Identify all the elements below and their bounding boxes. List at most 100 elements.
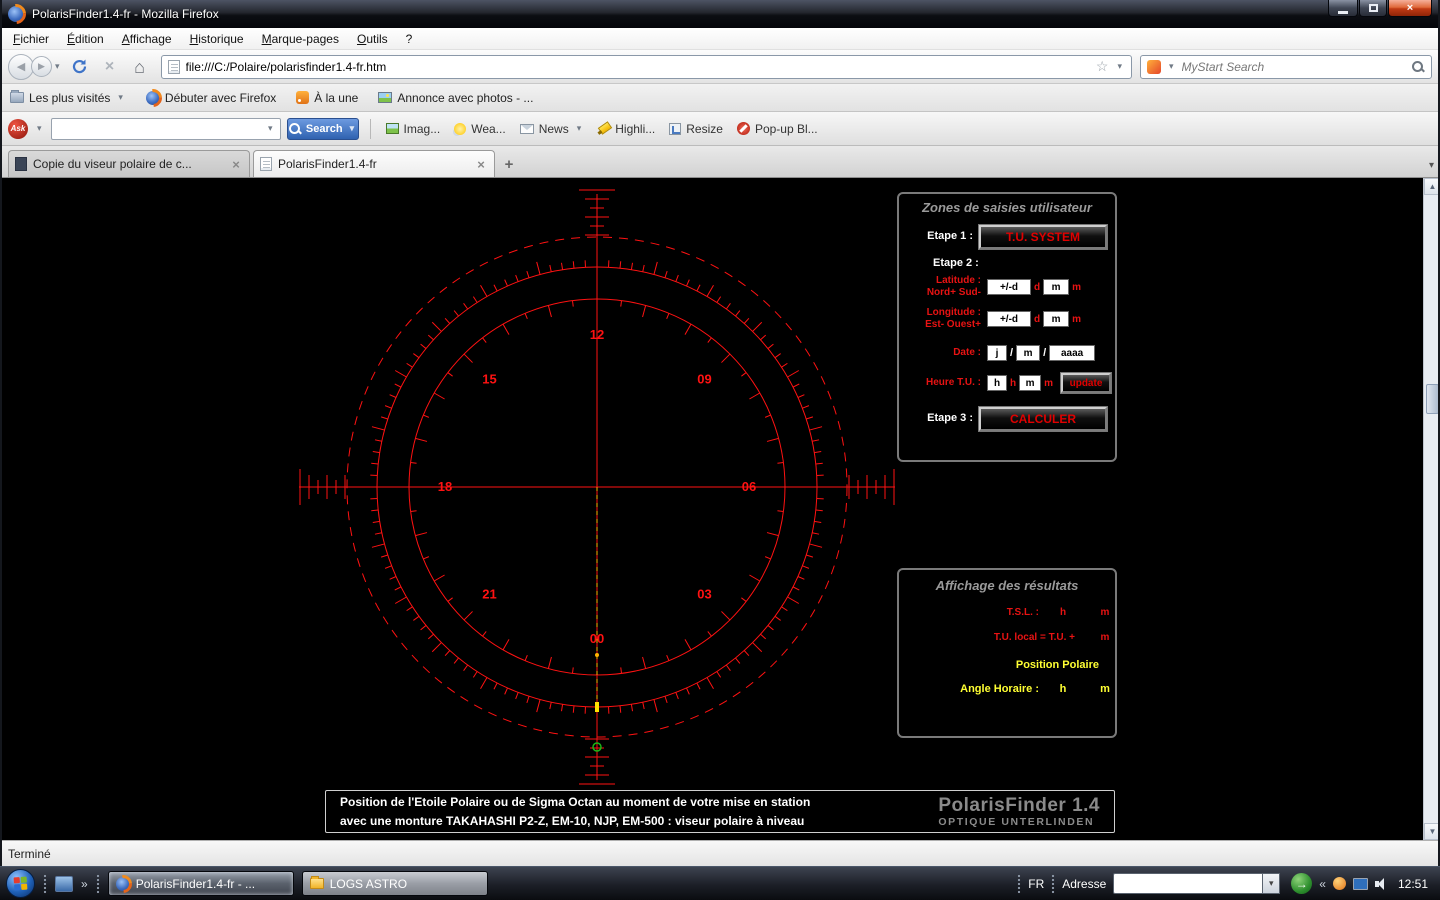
latitude-degrees-input[interactable] [987, 279, 1031, 295]
folder-icon [309, 876, 324, 889]
time-minute-input[interactable] [1019, 375, 1042, 391]
quick-launch-icon[interactable] [55, 875, 73, 892]
date-day-input[interactable] [987, 345, 1007, 361]
start-button[interactable] [6, 869, 35, 898]
tray-app-icon[interactable] [1332, 877, 1346, 890]
search-box[interactable]: ▾ [1140, 54, 1432, 79]
toolbar-grip[interactable] [43, 873, 47, 894]
maximize-button[interactable] [1359, 0, 1387, 17]
navigation-toolbar: ◀ ▶ ▾ × ⌂ file:///C:/Polaire/polarisfind… [0, 50, 1440, 84]
toolbar-grip[interactable] [1051, 873, 1056, 894]
bookmark-a-la-une[interactable]: À la une [296, 91, 358, 105]
reload-button[interactable] [67, 54, 93, 80]
collapse-tray-icon[interactable]: « [1319, 877, 1326, 891]
reload-icon [72, 59, 87, 74]
menu-affichage[interactable]: Affichage [113, 30, 181, 48]
bookmark-les-plus-visites[interactable]: Les plus visités ▾ [10, 90, 126, 105]
input-panel-title: Zones de saisies utilisateur [922, 200, 1092, 215]
ask-input-dropdown[interactable]: ▾ [268, 123, 273, 134]
latitude-deg-unit: d [1034, 281, 1041, 293]
minimize-button[interactable] [1328, 0, 1358, 17]
tsl-minutes-unit: m [1100, 607, 1110, 618]
forward-button[interactable]: ▶ [31, 56, 52, 77]
address-bar[interactable]: file:///C:/Polaire/polarisfinder1.4-fr.h… [160, 54, 1132, 79]
popup-blocker-icon [736, 122, 750, 135]
tab-label: PolarisFinder1.4-fr [278, 157, 377, 171]
url-text[interactable]: file:///C:/Polaire/polarisfinder1.4-fr.h… [186, 60, 1090, 74]
menu-outils[interactable]: Outils [348, 30, 397, 48]
volume-icon[interactable] [1374, 877, 1389, 890]
ask-logo-icon[interactable]: Ask [8, 118, 28, 139]
bookmark-star-icon[interactable]: ☆ [1096, 58, 1109, 75]
longitude-minutes-input[interactable] [1043, 311, 1070, 327]
tab-copie-viseur[interactable]: Copie du viseur polaire de c... × [8, 150, 250, 177]
bookmark-debuter-firefox[interactable]: Débuter avec Firefox [145, 90, 276, 105]
weather-icon [454, 122, 467, 135]
back-forward-group: ◀ ▶ ▾ [8, 53, 63, 80]
toolbar-grip[interactable] [95, 873, 100, 894]
date-year-input[interactable] [1049, 345, 1096, 361]
screen: PolarisFinder1.4-fr - Mozilla Firefox × … [0, 0, 1440, 900]
list-all-tabs-icon[interactable]: ▾ [1429, 160, 1434, 171]
tab-close-icon[interactable]: × [229, 157, 243, 172]
home-button[interactable]: ⌂ [127, 54, 153, 80]
highlighter-icon [598, 123, 610, 135]
toolbar-separator [369, 118, 371, 139]
calculate-button[interactable]: CALCULER [979, 407, 1107, 431]
longitude-degrees-input[interactable] [987, 311, 1031, 327]
ask-weather-button[interactable]: Wea... [450, 122, 509, 136]
ask-resize-label: Resize [686, 121, 723, 136]
task-button-logs-astro[interactable]: LOGS ASTRO [301, 871, 488, 896]
tab-close-icon[interactable]: × [474, 157, 488, 172]
tab-polarisfinder[interactable]: PolarisFinder1.4-fr × [253, 150, 495, 177]
menu-historique[interactable]: Historique [181, 30, 253, 48]
search-input[interactable] [1181, 59, 1406, 74]
address-band-input[interactable] [1113, 873, 1264, 894]
ask-logo-dropdown[interactable]: ▾ [37, 123, 42, 134]
toolbar-grip[interactable] [1017, 873, 1022, 894]
ask-search-input[interactable]: ▾ [50, 117, 281, 140]
menu-fichier[interactable]: Fichier [4, 30, 58, 48]
search-engine-dropdown[interactable]: ▾ [1169, 61, 1174, 72]
task-button-polarisfinder[interactable]: PolarisFinder1.4-fr - ... [107, 871, 294, 896]
autocomplete-dropdown[interactable]: ▾ [1117, 61, 1122, 72]
chevron-down-icon: ▾ [118, 92, 123, 102]
menu-edition[interactable]: Édition [58, 30, 113, 48]
ask-resize-button[interactable]: Resize [665, 122, 727, 136]
bookmark-label: Les plus visités [29, 90, 111, 105]
stop-button[interactable]: × [97, 54, 123, 80]
window-frame-left [0, 0, 2, 866]
display-settings-icon[interactable] [1352, 877, 1368, 890]
new-tab-button[interactable]: + [498, 153, 520, 175]
time-hour-input[interactable] [987, 375, 1007, 391]
update-button[interactable]: update [1061, 373, 1111, 393]
tab-favicon [15, 157, 27, 171]
history-dropdown[interactable]: ▾ [55, 61, 60, 72]
ask-news-button[interactable]: News ▾ [516, 122, 589, 136]
back-icon: ◀ [16, 61, 26, 73]
language-indicator[interactable]: FR [1028, 877, 1044, 891]
ask-highlight-button[interactable]: Highli... [594, 122, 659, 136]
footer-line1: Position de l'Etoile Polaire ou de Sigma… [340, 794, 811, 809]
address-band-dropdown[interactable]: ▾ [1263, 873, 1281, 894]
ask-search-button[interactable]: Search ▾ [286, 117, 359, 140]
svg-text:09: 09 [697, 372, 711, 387]
close-icon: × [1406, 2, 1414, 14]
date-month-input[interactable] [1016, 345, 1041, 361]
go-button[interactable]: → [1291, 873, 1313, 894]
ask-images-button[interactable]: Imag... [382, 122, 445, 136]
bookmark-annonce-photos[interactable]: Annonce avec photos - ... [378, 91, 533, 105]
date-separator: / [1010, 347, 1014, 359]
quick-launch-overflow-icon[interactable]: » [81, 877, 88, 891]
input-panel: Zones de saisies utilisateur Etape 1 : T… [897, 192, 1117, 462]
tu-system-button[interactable]: T.U. SYSTEM [979, 225, 1107, 249]
close-button[interactable]: × [1388, 0, 1432, 17]
search-icon[interactable] [1411, 60, 1425, 74]
latitude-minutes-input[interactable] [1043, 279, 1070, 295]
time-label: Heure T.U. : [925, 377, 981, 388]
menu-aide[interactable]: ? [397, 30, 422, 48]
tab-label: Copie du viseur polaire de c... [33, 157, 192, 171]
ask-popup-blocker-button[interactable]: Pop-up Bl... [733, 122, 822, 136]
ask-images-label: Imag... [403, 121, 441, 136]
menu-marque-pages[interactable]: Marque-pages [253, 30, 348, 48]
